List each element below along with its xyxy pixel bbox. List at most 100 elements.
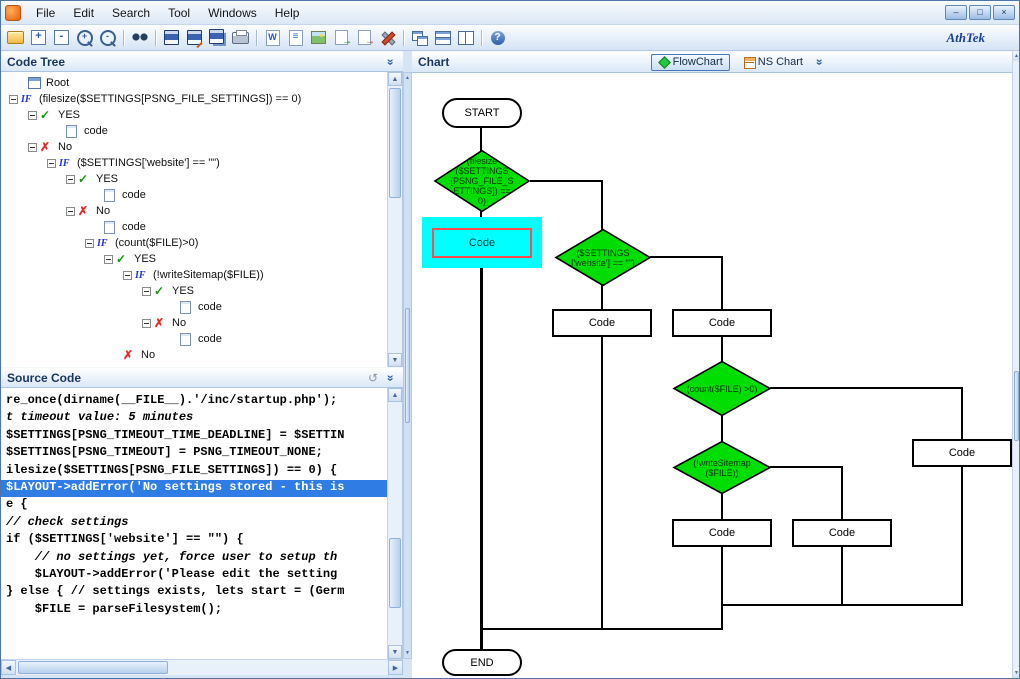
collapse-all-icon[interactable] [51,28,72,48]
source-code-line[interactable]: if ($SETTINGS['website'] == "") { [1,532,402,549]
tree-item[interactable]: (count($FILE)>0) [1,235,402,251]
tree-expander-icon[interactable] [142,287,151,296]
tree-item[interactable]: code [1,299,402,315]
tree-item[interactable]: code [1,331,402,347]
scroll-down-icon[interactable]: ▼ [388,645,402,659]
source-code-line[interactable]: } else { // settings exists, lets start … [1,584,402,601]
open-file-icon[interactable] [5,28,26,48]
export-chart-icon[interactable] [354,28,375,48]
cascade-windows-icon[interactable] [409,28,430,48]
tree-item[interactable]: No [1,203,402,219]
save-as-icon[interactable] [184,28,205,48]
menu-search[interactable]: Search [103,3,159,23]
tile-vertical-icon[interactable] [455,28,476,48]
code-node-website-no[interactable]: Code [672,309,772,337]
restore-button[interactable]: □ [969,5,991,20]
decision-count-file-node[interactable]: (count($FILE) >0) [673,361,771,416]
source-code-line[interactable]: re_once(dirname(__FILE__).'/inc/startup.… [1,393,402,410]
tile-horizontal-icon[interactable] [432,28,453,48]
menu-windows[interactable]: Windows [199,3,266,23]
export-document-icon[interactable] [285,28,306,48]
collapse-source-icon[interactable] [381,370,397,386]
collapse-chart-icon[interactable] [810,54,826,70]
panel-splitter-scrollbar[interactable]: ▲ ▼ [403,72,412,659]
code-node-selected[interactable]: Code [432,228,532,258]
tree-item[interactable]: No [1,347,402,363]
source-code-line[interactable]: $SETTINGS[PSNG_TIMEOUT_TIME_DEADLINE] = … [1,428,402,445]
collapse-code-tree-icon[interactable] [381,54,397,70]
save-all-icon[interactable] [207,28,228,48]
print-icon[interactable] [230,28,251,48]
decision-website-node[interactable]: ($SETTINGS ['website'] == "") [555,229,651,286]
tree-item[interactable]: code [1,219,402,235]
tree-expander-icon[interactable] [28,143,37,152]
code-node-sitemap-yes[interactable]: Code [672,519,772,547]
code-node-count-branch[interactable]: Code [912,439,1012,467]
export-word-icon[interactable] [262,28,283,48]
source-code-view[interactable]: re_once(dirname(__FILE__).'/inc/startup.… [1,388,403,659]
scroll-down-icon[interactable]: ▼ [1013,668,1020,678]
scroll-down-icon[interactable]: ▼ [388,353,402,367]
scrollbar-thumb[interactable] [1014,371,1019,441]
tree-vertical-scrollbar[interactable]: ▲ ▼ [387,72,402,367]
end-node[interactable]: END [442,649,522,676]
source-code-line[interactable]: e { [1,497,402,514]
export-image-icon[interactable] [308,28,329,48]
scroll-up-icon[interactable]: ▲ [404,73,411,83]
flowchart-canvas[interactable]: START (filesize ($SETTINGS [PSNG_FILE_SE… [412,73,1012,679]
settings-tools-icon[interactable] [377,28,398,48]
menu-edit[interactable]: Edit [64,3,103,23]
scrollbar-thumb[interactable] [389,538,401,608]
zoom-out-icon[interactable] [97,28,118,48]
tree-expander-icon[interactable] [142,319,151,328]
source-horizontal-scrollbar[interactable]: ◀ ▶ [1,659,403,675]
source-code-line[interactable]: $LAYOUT->addError('No settings stored - … [1,480,402,497]
tree-item[interactable]: YES [1,107,402,123]
decision-filesize-node[interactable]: (filesize ($SETTINGS [PSNG_FILE_SETTINGS… [434,150,530,212]
export-flowchart-icon[interactable] [331,28,352,48]
start-node[interactable]: START [442,98,522,128]
menu-help[interactable]: Help [266,3,309,23]
tree-item[interactable]: (filesize($SETTINGS[PSNG_FILE_SETTINGS])… [1,91,402,107]
close-button[interactable]: × [993,5,1015,20]
tree-item[interactable]: Root [1,75,402,91]
tree-item[interactable]: No [1,139,402,155]
code-node-website-yes[interactable]: Code [552,309,652,337]
tree-expander-icon[interactable] [9,95,18,104]
tree-item[interactable]: (!writeSitemap($FILE)) [1,267,402,283]
tree-expander-icon[interactable] [28,111,37,120]
tab-flowchart[interactable]: FlowChart [651,54,730,71]
tree-expander-icon[interactable] [66,175,75,184]
source-code-line[interactable]: $SETTINGS[PSNG_TIMEOUT] = PSNG_TIMEOUT_N… [1,445,402,462]
source-code-line[interactable]: // check settings [1,515,402,532]
scroll-left-icon[interactable]: ◀ [1,660,16,675]
menu-file[interactable]: File [27,3,64,23]
tree-item[interactable]: code [1,187,402,203]
menu-tool[interactable]: Tool [159,3,199,23]
minimize-button[interactable]: – [945,5,967,20]
tree-item[interactable]: ($SETTINGS['website'] == "") [1,155,402,171]
save-icon[interactable] [161,28,182,48]
scroll-up-icon[interactable]: ▲ [388,72,402,86]
scrollbar-thumb[interactable] [405,308,410,423]
source-code-line[interactable]: $FILE = parseFilesystem(); [1,602,402,619]
tree-expander-icon[interactable] [47,159,56,168]
chart-vertical-scrollbar[interactable]: ▲ ▼ [1012,51,1020,678]
tree-expander-icon[interactable] [66,207,75,216]
source-code-line[interactable]: t timeout value: 5 minutes [1,410,402,427]
tree-expander-icon[interactable] [85,239,94,248]
tree-item[interactable]: No [1,315,402,331]
scrollbar-thumb[interactable] [18,661,168,674]
scroll-right-icon[interactable]: ▶ [388,660,403,675]
decision-write-sitemap-node[interactable]: (!writeSitemap ($FILE)) [673,441,771,494]
tab-ns-chart[interactable]: NS Chart [736,54,810,71]
tree-expander-icon[interactable] [104,255,113,264]
find-icon[interactable] [129,28,150,48]
expand-all-icon[interactable] [28,28,49,48]
tree-expander-icon[interactable] [123,271,132,280]
tree-item[interactable]: YES [1,251,402,267]
scroll-up-icon[interactable]: ▲ [1013,51,1020,61]
source-code-line[interactable]: // no settings yet, force user to setup … [1,550,402,567]
scrollbar-thumb[interactable] [389,88,401,198]
source-code-line[interactable]: $LAYOUT->addError('Please edit the setti… [1,567,402,584]
